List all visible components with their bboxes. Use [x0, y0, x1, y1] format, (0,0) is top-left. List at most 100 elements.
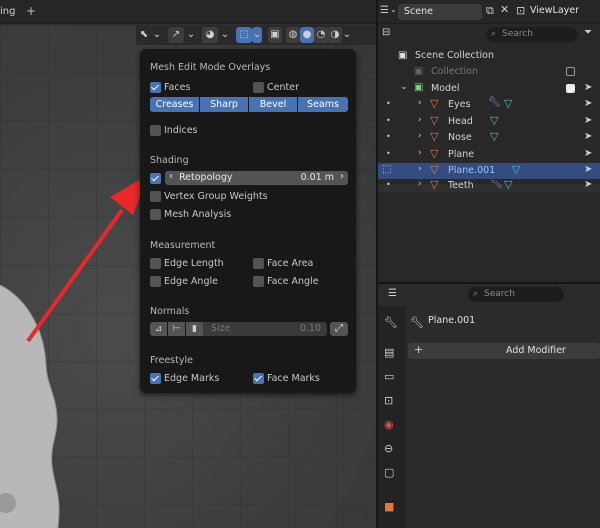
xray-toggle-icon[interactable]: ▣	[268, 27, 282, 43]
bevel-button[interactable]: Bevel	[249, 97, 297, 112]
properties-search-placeholder: Search	[484, 289, 515, 299]
select-arrow-icon[interactable]: ➤	[584, 164, 592, 175]
screen-size-icon[interactable]: ⤢	[330, 322, 348, 336]
filter-icon[interactable]: ⊟	[382, 27, 390, 38]
outliner-row-eyes[interactable]: • › ▽ Eyes 🔧︎ ▽ ➤	[378, 97, 600, 113]
select-arrow-icon[interactable]: ➤	[584, 131, 592, 142]
outliner-row-teeth[interactable]: • › ▽ Teeth 🔧︎ ▽ ➤	[378, 180, 600, 192]
wireframe-shading-icon[interactable]: ◍	[286, 27, 300, 43]
outliner-row-scene-collection[interactable]: ▣ Scene Collection	[378, 48, 600, 64]
select-arrow-icon[interactable]: ➤	[584, 148, 592, 159]
view-gizmo-button[interactable]	[356, 149, 368, 161]
workspace-tab-label[interactable]: ing	[0, 6, 15, 17]
outliner-row-model[interactable]: ⌄ ▣ Model ➤	[378, 81, 600, 97]
chevron-right-icon[interactable]: ›	[340, 171, 344, 182]
vertex-normals-icon[interactable]: ⊿	[150, 322, 167, 336]
editor-type-icon[interactable]: ☰	[380, 5, 389, 16]
properties-search-input[interactable]: ⌕ Search	[468, 287, 564, 302]
face-angle-checkbox[interactable]	[253, 276, 264, 287]
chevron-down-icon[interactable]: ⌄	[186, 27, 196, 43]
overlay-toggle-icon[interactable]: ◕	[202, 27, 218, 43]
mesh-data-icon: ▽	[512, 163, 521, 176]
faces-checkbox[interactable]	[150, 82, 161, 93]
output-tab-icon[interactable]: ▭	[384, 370, 394, 383]
edge-angle-label: Edge Angle	[164, 276, 218, 287]
chevron-down-icon[interactable]: ⌄	[152, 27, 162, 43]
indices-checkbox[interactable]	[150, 125, 161, 136]
editor-type-icon[interactable]: ☰	[388, 288, 397, 299]
view-gizmo-button[interactable]	[356, 197, 368, 209]
chevron-right-icon[interactable]: ›	[418, 98, 422, 108]
chevron-right-icon[interactable]: ›	[418, 131, 422, 141]
object-tab-icon[interactable]: ■	[384, 500, 394, 513]
retopology-checkbox[interactable]	[150, 173, 161, 184]
select-arrow-icon[interactable]: ➤	[584, 82, 592, 93]
chevron-right-icon[interactable]: ›	[418, 164, 422, 174]
solid-shading-icon[interactable]: ●	[300, 27, 314, 43]
outliner-row-head[interactable]: • › ▽ Head ▽ ➤	[378, 114, 600, 130]
outliner-search-input[interactable]: ⌕ Search	[486, 27, 578, 42]
add-modifier-label: Add Modifier	[506, 345, 566, 356]
add-modifier-button[interactable]: + Add Modifier	[408, 343, 600, 359]
gizmo-toggle-icon[interactable]: ↗	[168, 27, 184, 43]
outliner-row-collection[interactable]: ▣ Collection	[378, 64, 600, 80]
tool-settings-tab-icon[interactable]: 🔧︎	[384, 316, 398, 329]
model-include-checkbox[interactable]	[566, 84, 575, 93]
chevron-down-icon[interactable]: ⌄	[220, 27, 230, 43]
edit-mode-icon[interactable]: ⬚	[382, 164, 391, 175]
chevron-down-icon[interactable]: ⌄	[390, 5, 397, 14]
chevron-left-icon[interactable]: ‹	[169, 171, 173, 182]
cursor-icon[interactable]: ⬉	[138, 27, 150, 43]
mesh-object-icon: ▽	[430, 163, 439, 176]
outliner-row-plane-001[interactable]: ⬚ › ▽ Plane.001 ▽ ➤	[378, 163, 600, 179]
edge-marks-checkbox[interactable]	[150, 373, 161, 384]
render-tab-icon[interactable]: ▤	[384, 346, 394, 359]
outliner-header: ☰ ⌄ Scene ⧉ ✕ ⊡ ViewLayer	[378, 0, 600, 24]
filter-funnel-icon[interactable]: ⏷	[584, 27, 592, 38]
view-layer-tab-icon[interactable]: ⊡	[384, 394, 393, 407]
plus-icon[interactable]: +	[26, 4, 36, 18]
mesh-data-icon: ▽	[504, 97, 513, 110]
scene-tab-icon[interactable]: ◉	[384, 418, 394, 431]
view-gizmo-button[interactable]	[356, 175, 368, 187]
creases-button[interactable]: Creases	[150, 97, 199, 112]
dot-icon: •	[386, 99, 391, 108]
face-area-checkbox[interactable]	[253, 258, 264, 269]
mesh-analysis-checkbox[interactable]	[150, 209, 161, 220]
modifier-wrench-icon: 🔧︎	[410, 316, 424, 329]
copy-icon[interactable]: ⧉	[486, 4, 494, 18]
select-arrow-icon[interactable]: ➤	[584, 98, 592, 109]
sharp-button[interactable]: Sharp	[200, 97, 248, 112]
select-arrow-icon[interactable]: ➤	[584, 180, 592, 190]
split-normals-icon[interactable]: ⊢	[168, 322, 185, 336]
material-shading-icon[interactable]: ◔	[314, 27, 328, 43]
chevron-down-icon[interactable]: ⌄	[400, 82, 408, 92]
normals-size-field[interactable]: Size 0.10	[203, 322, 327, 336]
outliner-row-nose[interactable]: • › ▽ Nose ▽ ➤	[378, 130, 600, 146]
outliner-row-plane[interactable]: • › ▽ Plane ➤	[378, 147, 600, 163]
face-normals-icon[interactable]: ▮	[186, 322, 203, 336]
chevron-down-icon[interactable]: ⌄	[252, 27, 262, 43]
collection-exclude-checkbox[interactable]	[566, 67, 575, 76]
face-marks-checkbox[interactable]	[253, 373, 264, 384]
chevron-right-icon[interactable]: ›	[418, 148, 422, 158]
seams-button[interactable]: Seams	[298, 97, 348, 112]
edge-length-checkbox[interactable]	[150, 258, 161, 269]
select-arrow-icon[interactable]: ➤	[584, 115, 592, 126]
close-icon[interactable]: ✕	[500, 3, 509, 16]
mesh-data-icon: ▽	[504, 180, 513, 191]
scene-selector[interactable]: Scene	[398, 4, 482, 20]
world-tab-icon[interactable]: ⊖	[384, 442, 393, 455]
retopology-offset-slider[interactable]: ‹ Retopology 0.01 m ›	[165, 171, 348, 185]
mesh-object-icon: ▽	[430, 130, 439, 143]
center-checkbox[interactable]	[253, 82, 264, 93]
chevron-right-icon[interactable]: ›	[418, 115, 422, 125]
rendered-shading-icon[interactable]: ◑	[328, 27, 342, 43]
collection-tab-icon[interactable]: ▢	[384, 466, 394, 479]
edge-angle-checkbox[interactable]	[150, 276, 161, 287]
view-layer-icon[interactable]: ⊡	[516, 4, 525, 17]
mesh-edit-overlay-icon[interactable]: ⬚	[236, 27, 252, 43]
chevron-down-icon[interactable]: ⌄	[342, 27, 352, 43]
vertex-group-weights-checkbox[interactable]	[150, 191, 161, 202]
chevron-right-icon[interactable]: ›	[418, 180, 422, 189]
